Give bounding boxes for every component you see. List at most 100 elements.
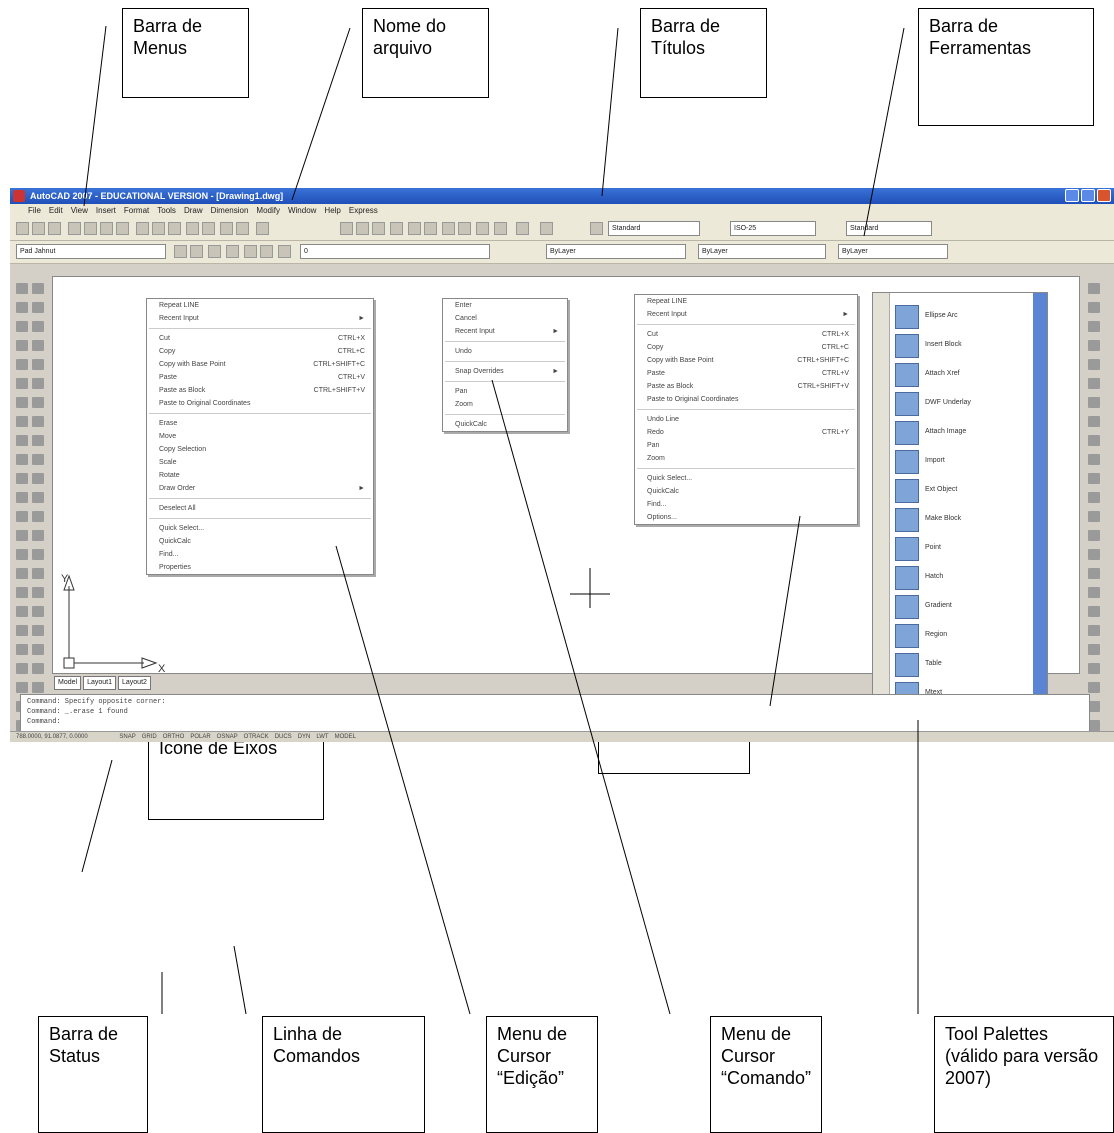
- command-window[interactable]: Command: Specify opposite corner: Comman…: [20, 694, 1090, 732]
- menu-item[interactable]: Paste to Original Coordinates: [147, 397, 373, 410]
- toolbar-button[interactable]: [590, 222, 603, 235]
- layer-tool-button[interactable]: [244, 245, 257, 258]
- draw-tool-icon[interactable]: [32, 378, 44, 389]
- draw-tool-icon[interactable]: [16, 530, 28, 541]
- modify-tool-icon[interactable]: [1088, 625, 1100, 636]
- menu-item[interactable]: Cut CTRL+X: [147, 332, 373, 345]
- draw-tool-icon[interactable]: [32, 625, 44, 636]
- menu-item[interactable]: Draw Order ►: [147, 482, 373, 495]
- draw-tool-icon[interactable]: [32, 454, 44, 465]
- layer-tool-button[interactable]: [226, 245, 239, 258]
- menu-item[interactable]: Quick Select...: [147, 522, 373, 535]
- palette-item[interactable]: Insert Block: [895, 330, 1025, 362]
- modify-tool-icon[interactable]: [1088, 473, 1100, 484]
- draw-tool-icon[interactable]: [16, 359, 28, 370]
- palette-item[interactable]: Import: [895, 446, 1025, 478]
- menu-item[interactable]: Recent Input ►: [147, 312, 373, 325]
- toolbar-button[interactable]: [340, 222, 353, 235]
- menu-draw[interactable]: Draw: [184, 204, 203, 218]
- menu-item[interactable]: Options...: [635, 511, 857, 524]
- modify-tool-icon[interactable]: [1088, 454, 1100, 465]
- palette-item[interactable]: Point: [895, 533, 1025, 565]
- draw-tool-icon[interactable]: [32, 492, 44, 503]
- menu-item[interactable]: Copy Selection: [147, 443, 373, 456]
- toolbar-button[interactable]: [458, 222, 471, 235]
- draw-tool-icon[interactable]: [16, 663, 28, 674]
- palette-item[interactable]: DWF Underlay: [895, 388, 1025, 420]
- draw-tool-icon[interactable]: [32, 530, 44, 541]
- modify-tool-icon[interactable]: [1088, 682, 1100, 693]
- maximize-icon[interactable]: [1081, 189, 1095, 202]
- palette-item[interactable]: Make Block: [895, 504, 1025, 536]
- status-toggle-polar[interactable]: POLAR: [190, 734, 210, 740]
- modify-tool-icon[interactable]: [1088, 587, 1100, 598]
- toolbar-button[interactable]: [186, 222, 199, 235]
- menu-item[interactable]: Paste CTRL+V: [635, 367, 857, 380]
- modify-tool-icon[interactable]: [1088, 302, 1100, 313]
- palette-item[interactable]: Attach Xref: [895, 359, 1025, 391]
- toolbar-button[interactable]: [202, 222, 215, 235]
- menu-help[interactable]: Help: [324, 204, 340, 218]
- toolbar-button[interactable]: [32, 222, 45, 235]
- toolbar-button[interactable]: [48, 222, 61, 235]
- toolbar-button[interactable]: [540, 222, 553, 235]
- draw-tool-icon[interactable]: [32, 340, 44, 351]
- palette-item[interactable]: Ext Object: [895, 475, 1025, 507]
- toolbar-button[interactable]: [168, 222, 181, 235]
- modify-tool-icon[interactable]: [1088, 663, 1100, 674]
- draw-tool-icon[interactable]: [16, 473, 28, 484]
- toolbar-button[interactable]: [68, 222, 81, 235]
- draw-tool-icon[interactable]: [32, 321, 44, 332]
- menu-item[interactable]: Cut CTRL+X: [635, 328, 857, 341]
- color-combo[interactable]: ByLayer: [546, 244, 686, 259]
- draw-tool-icon[interactable]: [32, 549, 44, 560]
- toolbar-button[interactable]: [356, 222, 369, 235]
- status-toggle-ortho[interactable]: ORTHO: [163, 734, 185, 740]
- layer-tool-button[interactable]: [174, 245, 187, 258]
- menu-window[interactable]: Window: [288, 204, 316, 218]
- toolbar-button[interactable]: [408, 222, 421, 235]
- modify-tool-icon[interactable]: [1088, 397, 1100, 408]
- draw-tool-icon[interactable]: [16, 625, 28, 636]
- draw-tool-icon[interactable]: [16, 511, 28, 522]
- menu-item[interactable]: Deselect All: [147, 502, 373, 515]
- modify-tool-icon[interactable]: [1088, 606, 1100, 617]
- draw-tool-icon[interactable]: [32, 416, 44, 427]
- status-toggle-dyn[interactable]: DYN: [298, 734, 311, 740]
- menu-item[interactable]: Recent Input ►: [443, 325, 567, 338]
- toolbar-button[interactable]: [494, 222, 507, 235]
- menu-item[interactable]: QuickCalc: [443, 418, 567, 431]
- draw-tool-icon[interactable]: [32, 644, 44, 655]
- menu-express[interactable]: Express: [349, 204, 378, 218]
- palette-item[interactable]: Table: [895, 649, 1025, 681]
- layer-combo[interactable]: 0: [300, 244, 490, 259]
- draw-tool-icon[interactable]: [16, 549, 28, 560]
- menu-item[interactable]: Repeat LINE: [635, 295, 857, 308]
- palette-item[interactable]: Attach Image: [895, 417, 1025, 449]
- toolbar-button[interactable]: [256, 222, 269, 235]
- menu-item[interactable]: Cancel: [443, 312, 567, 325]
- menu-insert[interactable]: Insert: [96, 204, 116, 218]
- draw-tool-icon[interactable]: [32, 283, 44, 294]
- menu-item[interactable]: Find...: [635, 498, 857, 511]
- layer-tool-button[interactable]: [208, 245, 221, 258]
- menu-item[interactable]: Copy with Base Point CTRL+SHIFT+C: [147, 358, 373, 371]
- toolbar-button[interactable]: [152, 222, 165, 235]
- menu-item[interactable]: Move: [147, 430, 373, 443]
- status-toggle-snap[interactable]: SNAP: [119, 734, 135, 740]
- status-toggle-osnap[interactable]: OSNAP: [217, 734, 238, 740]
- status-toggle-grid[interactable]: GRID: [142, 734, 157, 740]
- layout-tab-layout1[interactable]: Layout1: [83, 676, 116, 690]
- modify-tool-icon[interactable]: [1088, 321, 1100, 332]
- draw-tool-icon[interactable]: [16, 682, 28, 693]
- menu-item[interactable]: Pan: [443, 385, 567, 398]
- draw-tool-icon[interactable]: [32, 473, 44, 484]
- menu-item[interactable]: Pan: [635, 439, 857, 452]
- menu-item[interactable]: Redo CTRL+Y: [635, 426, 857, 439]
- linetype-combo[interactable]: ByLayer: [698, 244, 826, 259]
- draw-tool-icon[interactable]: [32, 435, 44, 446]
- workspace-combo[interactable]: Pad Jahnut: [16, 244, 166, 259]
- status-toggle-lwt[interactable]: LWT: [316, 734, 328, 740]
- draw-tool-icon[interactable]: [16, 302, 28, 313]
- modify-tool-icon[interactable]: [1088, 283, 1100, 294]
